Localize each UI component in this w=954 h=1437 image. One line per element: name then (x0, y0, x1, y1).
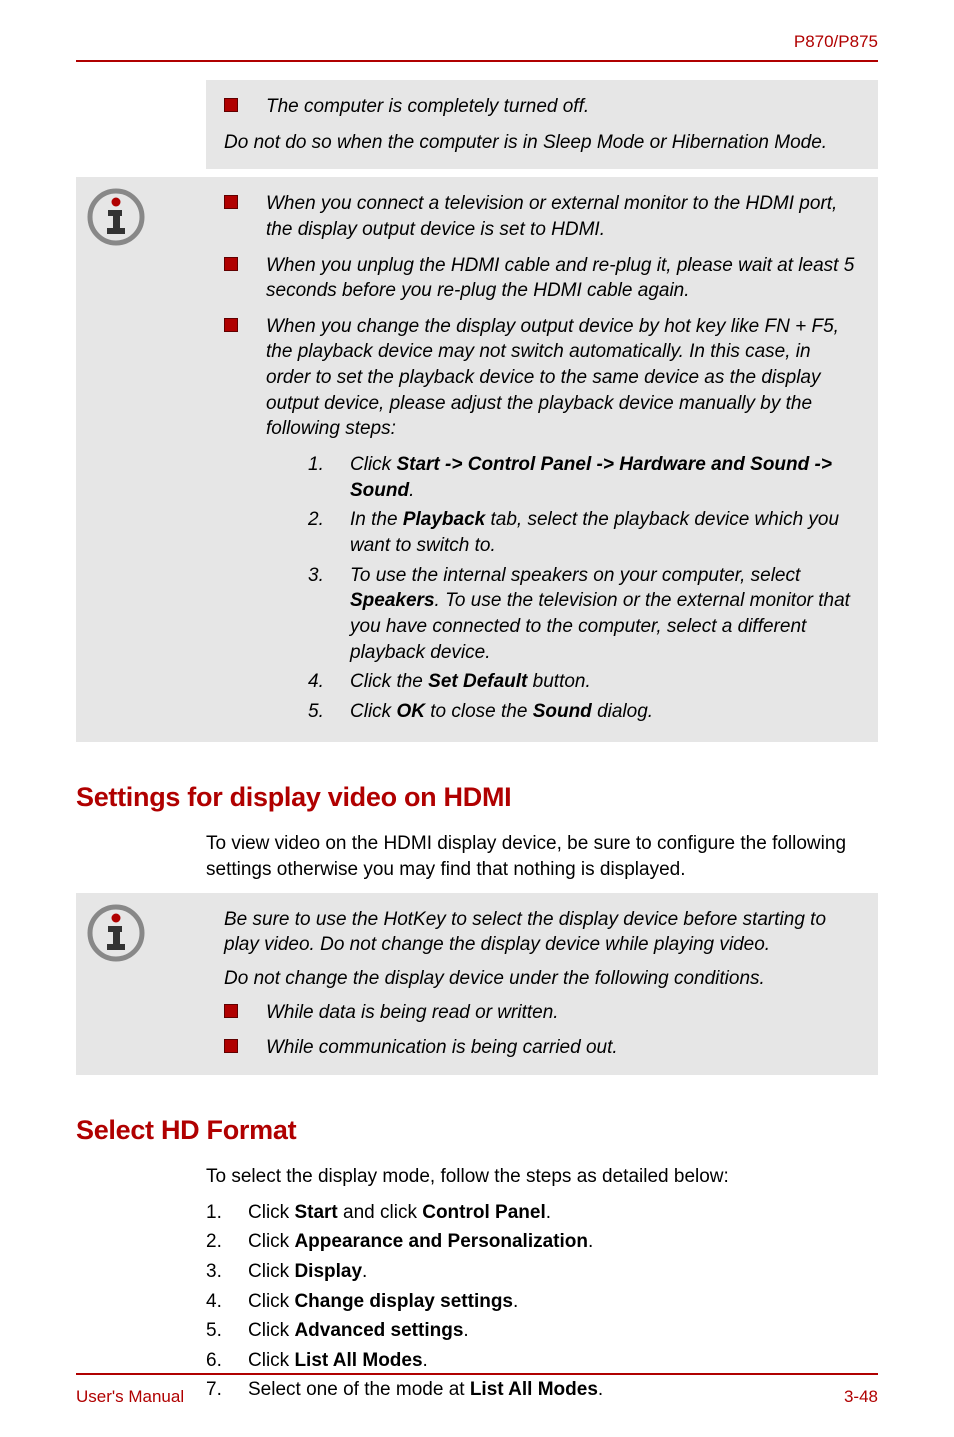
bullet-item: While data is being read or written. (224, 1000, 860, 1026)
step-number: 1. (206, 1200, 248, 1226)
bullet-square-icon (224, 257, 238, 271)
step-text: Click Appearance and Personalization. (248, 1229, 593, 1255)
step-number: 6. (206, 1348, 248, 1374)
list-item: 3. Click Display. (206, 1259, 878, 1285)
bullet-text: While data is being read or written. (266, 1000, 559, 1026)
step-text: In the Playback tab, select the playback… (350, 507, 860, 558)
header-model: P870/P875 (76, 32, 878, 52)
bullet-square-icon (224, 195, 238, 209)
body-paragraph: To select the display mode, follow the s… (206, 1164, 878, 1190)
bullet-text: The computer is completely turned off. (266, 94, 589, 120)
note-block-2: When you connect a television or externa… (76, 177, 878, 742)
step-number: 2. (206, 1229, 248, 1255)
step-text: Click Display. (248, 1259, 367, 1285)
page: P870/P875 The computer is completely tur… (0, 0, 954, 1437)
section-heading-select-hd: Select HD Format (76, 1115, 878, 1146)
body-paragraph: To view video on the HDMI display device… (206, 831, 878, 882)
list-item: 4. Click Change display settings. (206, 1289, 878, 1315)
step-number: 2. (308, 507, 350, 558)
bullet-item: When you unplug the HDMI cable and re-pl… (224, 253, 860, 304)
bullet-square-icon (224, 1039, 238, 1053)
list-item: 6. Click List All Modes. (206, 1348, 878, 1374)
note-paragraph: Do not change the display device under t… (224, 966, 860, 992)
list-item: 2. In the Playback tab, select the playb… (308, 507, 860, 558)
footer-rule (76, 1373, 878, 1375)
step-number: 3. (206, 1259, 248, 1285)
step-number: 5. (206, 1318, 248, 1344)
header-rule (76, 60, 878, 62)
bullet-item: When you change the display output devic… (224, 314, 860, 729)
bullet-text: When you unplug the HDMI cable and re-pl… (266, 253, 860, 304)
bullet-item: While communication is being carried out… (224, 1035, 860, 1061)
step-text: Click List All Modes. (248, 1348, 428, 1374)
ordered-steps: 1. Click Start -> Control Panel -> Hardw… (308, 452, 860, 724)
list-item: 5. Click OK to close the Sound dialog. (308, 699, 860, 725)
step-text: Click Start and click Control Panel. (248, 1200, 551, 1226)
step-number: 5. (308, 699, 350, 725)
step-number: 4. (206, 1289, 248, 1315)
bullet-text: While communication is being carried out… (266, 1035, 618, 1061)
footer-page-number: 3-48 (844, 1387, 878, 1407)
step-text: To use the internal speakers on your com… (350, 563, 860, 666)
step-text: Click the Set Default button. (350, 669, 591, 695)
bullet-square-icon (224, 318, 238, 332)
list-item: 1. Click Start -> Control Panel -> Hardw… (308, 452, 860, 503)
section-heading-settings: Settings for display video on HDMI (76, 782, 878, 813)
bullet-square-icon (224, 1004, 238, 1018)
step-text: Click Start -> Control Panel -> Hardware… (350, 452, 860, 503)
step-number: 3. (308, 563, 350, 666)
list-item: 2. Click Appearance and Personalization. (206, 1229, 878, 1255)
bullet-item: The computer is completely turned off. (224, 94, 860, 120)
list-item: 5. Click Advanced settings. (206, 1318, 878, 1344)
list-item: 3. To use the internal speakers on your … (308, 563, 860, 666)
bullet-text: When you connect a television or externa… (266, 191, 860, 242)
bullet-item: When you connect a television or externa… (224, 191, 860, 242)
note-block-1: The computer is completely turned off. D… (206, 80, 878, 169)
info-icon (76, 903, 156, 983)
note-paragraph: Do not do so when the computer is in Sle… (224, 130, 860, 156)
note-paragraph: Be sure to use the HotKey to select the … (224, 907, 860, 958)
footer-left: User's Manual (76, 1387, 184, 1407)
step-text: Click Advanced settings. (248, 1318, 469, 1344)
page-footer: User's Manual 3-48 (76, 1373, 878, 1407)
step-text: Click Change display settings. (248, 1289, 518, 1315)
info-icon (76, 187, 156, 267)
list-item: 1. Click Start and click Control Panel. (206, 1200, 878, 1226)
step-text: Click OK to close the Sound dialog. (350, 699, 653, 725)
note-block-3: Be sure to use the HotKey to select the … (76, 893, 878, 1075)
step-number: 4. (308, 669, 350, 695)
bullet-square-icon (224, 98, 238, 112)
step-number: 1. (308, 452, 350, 503)
list-item: 4. Click the Set Default button. (308, 669, 860, 695)
bullet-text: When you change the display output devic… (266, 314, 860, 442)
